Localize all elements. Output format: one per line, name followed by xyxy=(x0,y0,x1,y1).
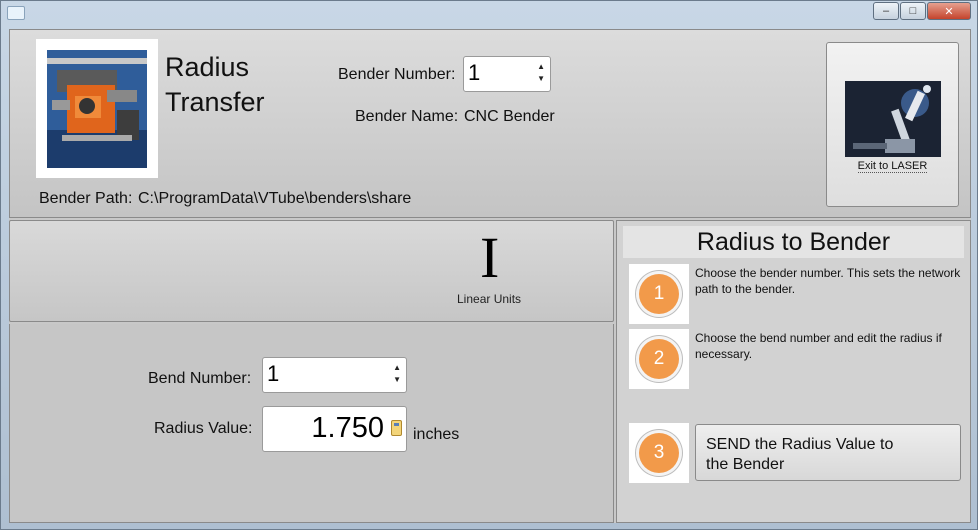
spinner-arrows-icon[interactable]: ▲ ▼ xyxy=(393,362,401,386)
app-window: – □ ✕ Radius Transfer Bender Number: 1 ▲… xyxy=(0,0,978,530)
linear-units-icon: I xyxy=(480,225,500,290)
bend-number-label: Bend Number: xyxy=(148,370,252,387)
bender-machine-image xyxy=(47,49,147,168)
step-1-number: 1 xyxy=(639,274,679,314)
maximize-button[interactable]: □ xyxy=(900,2,926,20)
radius-unit-label: inches xyxy=(413,426,460,443)
window-controls: – □ ✕ xyxy=(873,2,971,20)
bender-machine-photo xyxy=(36,39,158,178)
app-title-line2: Transfer xyxy=(165,87,265,117)
steps-header: Radius to Bender xyxy=(623,226,964,258)
linear-units-button[interactable]: I Linear Units xyxy=(9,220,614,322)
bend-number-spinner[interactable]: 1 ▲ ▼ xyxy=(262,357,407,393)
step-2-text: Choose the bend number and edit the radi… xyxy=(695,331,942,361)
bender-path-label: Bender Path: xyxy=(39,190,133,207)
step-3-badge: 3 xyxy=(629,423,689,483)
title-bar[interactable]: – □ ✕ xyxy=(1,1,977,27)
minimize-button[interactable]: – xyxy=(873,2,899,20)
step-2-badge: 2 xyxy=(629,329,689,389)
bender-name-value: CNC Bender xyxy=(464,108,555,125)
bend-edit-panel: Bend Number: 1 ▲ ▼ Radius Value: 1.750 in… xyxy=(9,324,614,523)
step-1-text: Choose the bender number. This sets the … xyxy=(695,266,961,296)
step-2-number: 2 xyxy=(639,339,679,379)
bender-number-value[interactable]: 1 xyxy=(468,60,480,86)
calculator-icon[interactable] xyxy=(391,420,402,436)
step-3-number: 3 xyxy=(639,433,679,473)
app-title: Radius Transfer xyxy=(165,50,265,120)
bender-name-label: Bender Name: xyxy=(355,108,459,125)
radius-value-text[interactable]: 1.750 xyxy=(311,412,384,445)
bender-number-label: Bender Number: xyxy=(338,66,456,83)
radius-value-label: Radius Value: xyxy=(154,420,253,437)
send-radius-button[interactable]: SEND the Radius Value to the Bender xyxy=(695,424,961,481)
close-button[interactable]: ✕ xyxy=(927,2,971,20)
linear-units-label: Linear Units xyxy=(457,292,522,306)
bend-number-value[interactable]: 1 xyxy=(267,361,279,387)
spinner-arrows-icon[interactable]: ▲ ▼ xyxy=(537,61,545,85)
bender-number-spinner[interactable]: 1 ▲ ▼ xyxy=(463,56,551,92)
exit-to-laser-button[interactable]: Exit to LASER xyxy=(826,42,959,207)
bender-info-panel: Radius Transfer Bender Number: 1 ▲ ▼ Bend… xyxy=(9,29,971,218)
radius-value-field[interactable]: 1.750 xyxy=(262,406,407,452)
client-area: Radius Transfer Bender Number: 1 ▲ ▼ Bend… xyxy=(9,29,971,523)
app-icon xyxy=(7,6,25,20)
laser-arm-icon xyxy=(845,81,941,157)
exit-to-laser-label: Exit to LASER xyxy=(857,160,928,173)
app-title-line1: Radius xyxy=(165,52,250,82)
step-1-badge: 1 xyxy=(629,264,689,324)
steps-panel: Radius to Bender 1 Choose the bender num… xyxy=(616,220,971,523)
bender-path-value: C:\ProgramData\VTube\benders\share xyxy=(138,190,412,207)
